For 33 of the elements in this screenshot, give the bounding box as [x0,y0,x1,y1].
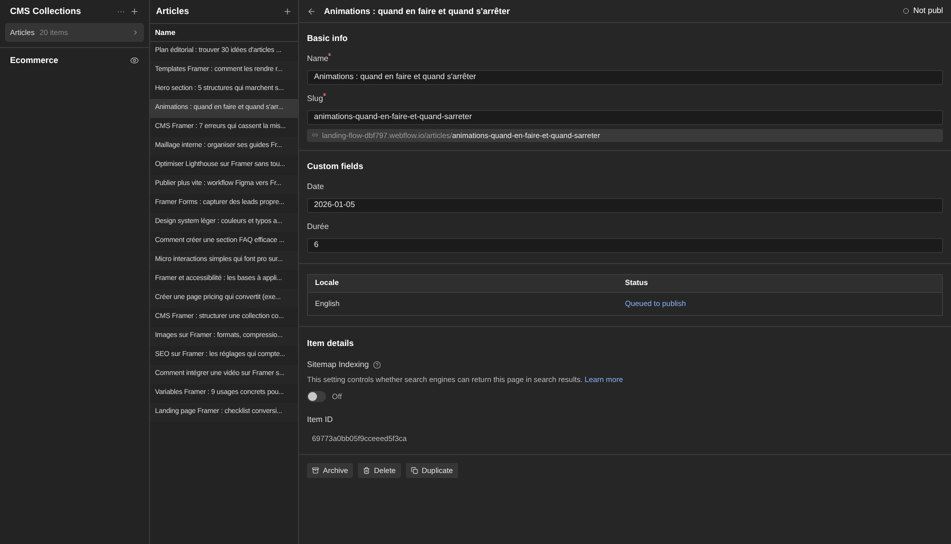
toggle-switch[interactable] [307,390,326,402]
panel-title: CMS Collections [10,4,82,18]
panel-title: Articles [156,4,190,18]
section-heading: Item details [307,336,355,350]
text-field[interactable]: animations-quand-en-faire-et-quand-sarreter [307,110,943,125]
field-label: Durée [307,220,329,232]
field-label: Date [307,180,324,192]
back-icon[interactable] [307,6,316,16]
add-icon[interactable] [130,7,139,16]
field-label: Slug [307,92,324,105]
required-icon [328,52,332,56]
status-icon [903,8,910,14]
section-heading: Basic info [307,32,349,45]
field-label: Name [307,52,328,65]
text-field[interactable]: 6 [307,238,943,252]
required-icon [323,92,326,96]
eye-icon[interactable] [130,56,139,64]
item-title: Animations : quand en faire et quand s'arrêter [324,4,510,18]
publish-status: Not publ [913,5,943,17]
link-icon [312,132,318,138]
help-icon[interactable] [372,361,381,370]
more-button[interactable]: ··· [117,6,125,18]
section-heading: Custom fields [307,160,364,172]
field-label: Sitemap Indexing [307,359,369,372]
duplicate-icon [410,467,418,474]
archive-icon [312,467,319,474]
text-field[interactable]: 2026-01-05 [307,198,943,212]
text-field[interactable]: Animations : quand en faire et quand s'arrêter [307,70,943,85]
section-title[interactable]: Ecommerce [10,54,58,66]
chevron-icon [132,29,139,36]
field-label: Item ID [307,414,334,426]
delete-icon [363,467,370,474]
add-icon[interactable] [283,7,292,16]
